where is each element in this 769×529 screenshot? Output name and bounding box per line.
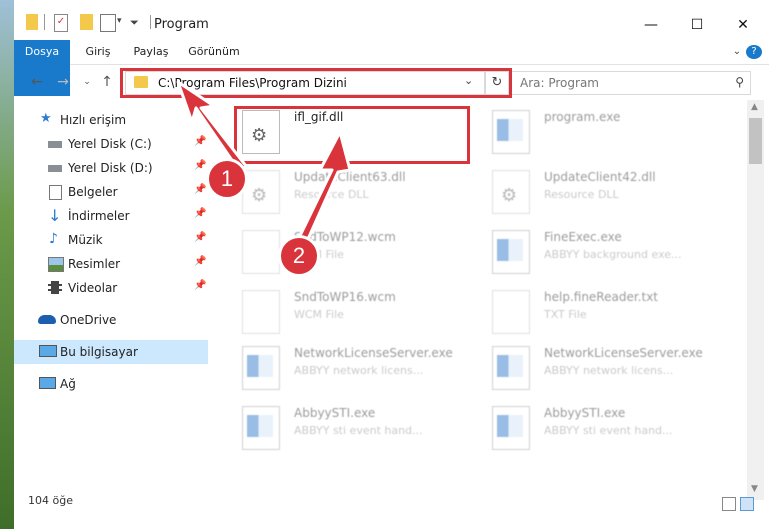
annotation-arrows [176, 80, 352, 250]
step-2-badge: 2 [278, 235, 320, 277]
explorer-window: ✓ ▾ ⏷ Program — ☐ ✕ Dosya Giriş Paylaş G… [14, 0, 769, 529]
step-1-badge: 1 [206, 158, 248, 200]
arrow-1 [176, 80, 248, 174]
desktop-background [0, 0, 14, 529]
arrow-2 [294, 130, 352, 250]
